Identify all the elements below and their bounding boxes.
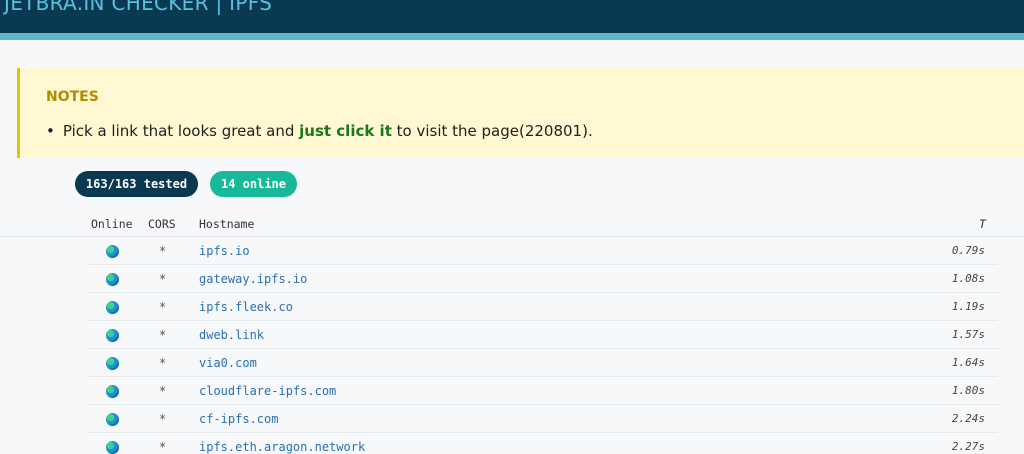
response-time: 0.79s	[951, 244, 985, 257]
table-row: * ipfs.fleek.co 1.19s	[0, 293, 1024, 321]
response-time: 1.08s	[951, 272, 985, 285]
notes-title: NOTES	[46, 89, 99, 105]
table-row: * gateway.ipfs.io 1.08s	[0, 265, 1024, 293]
page-title: JETBRA.IN CHECKER | IPFS	[4, 0, 273, 15]
bullet-icon: •	[46, 122, 55, 140]
hostname-link[interactable]: cloudflare-ipfs.com	[199, 384, 336, 398]
hostname-link[interactable]: via0.com	[199, 356, 257, 370]
globe-icon	[106, 385, 119, 398]
cors-value: *	[159, 356, 167, 370]
table-header: Online CORS Hostname T	[0, 213, 1024, 237]
globe-icon	[106, 329, 119, 342]
notes-item: • Pick a link that looks great and just c…	[46, 122, 593, 140]
top-header: JETBRA.IN CHECKER | IPFS	[0, 0, 1024, 33]
hostname-link[interactable]: cf-ipfs.com	[199, 412, 278, 426]
globe-icon	[106, 301, 119, 314]
response-time: 2.24s	[951, 412, 985, 425]
cors-value: *	[159, 328, 167, 342]
column-header-cors: CORS	[148, 217, 176, 231]
hostname-link[interactable]: ipfs.io	[199, 244, 250, 258]
response-time: 1.19s	[951, 300, 985, 313]
table-row: * cf-ipfs.com 2.24s	[0, 405, 1024, 433]
table-row: * dweb.link 1.57s	[0, 321, 1024, 349]
response-time: 1.80s	[951, 384, 985, 397]
hostname-link[interactable]: ipfs.eth.aragon.network	[199, 440, 365, 454]
table-row: * ipfs.io 0.79s	[0, 237, 1024, 265]
notes-text-before: Pick a link that looks great and	[62, 122, 300, 140]
cors-value: *	[159, 412, 167, 426]
cors-value: *	[159, 272, 167, 286]
hostname-link[interactable]: dweb.link	[199, 328, 264, 342]
response-time: 1.57s	[951, 328, 985, 341]
notes-box: NOTES • Pick a link that looks great and …	[17, 68, 1024, 158]
hostname-link[interactable]: ipfs.fleek.co	[199, 300, 293, 314]
globe-icon	[106, 357, 119, 370]
cors-value: *	[159, 440, 167, 454]
column-header-hostname: Hostname	[199, 217, 255, 231]
hostname-link[interactable]: gateway.ipfs.io	[199, 272, 307, 286]
cors-value: *	[159, 384, 167, 398]
globe-icon	[106, 273, 119, 286]
column-header-time: T	[979, 217, 986, 231]
globe-icon	[106, 413, 119, 426]
tested-count-badge: 163/163 tested	[75, 171, 198, 197]
table-row: * cloudflare-ipfs.com 1.80s	[0, 377, 1024, 405]
cors-value: *	[159, 244, 167, 258]
online-count-badge: 14 online	[210, 171, 297, 197]
globe-icon	[106, 245, 119, 258]
header-accent-bar	[0, 33, 1024, 40]
column-header-online: Online	[91, 217, 133, 231]
table-row: * ipfs.eth.aragon.network 2.27s	[0, 433, 1024, 454]
response-time: 2.27s	[951, 440, 985, 453]
response-time: 1.64s	[951, 356, 985, 369]
cors-value: *	[159, 300, 167, 314]
globe-icon	[106, 441, 119, 454]
notes-emphasis: just click it	[299, 122, 392, 140]
table-row: * via0.com 1.64s	[0, 349, 1024, 377]
notes-text-after: to visit the page(220801).	[391, 122, 593, 140]
